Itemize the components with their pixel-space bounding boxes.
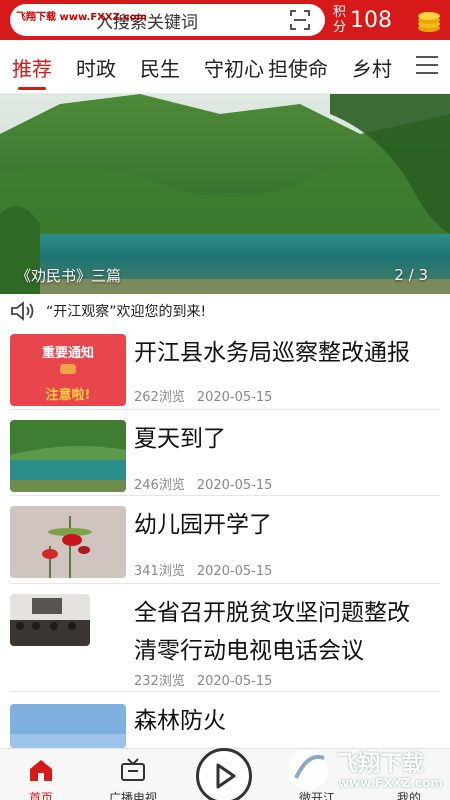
tab-politics[interactable]: 时政 bbox=[76, 53, 116, 82]
list-item[interactable]: 全省召开脱贫攻坚问题整改 清零行动电视电话会议 232浏览 2020-05-15 bbox=[10, 586, 440, 692]
coins-icon[interactable] bbox=[415, 6, 443, 34]
banner-lake-image bbox=[0, 94, 450, 294]
search-box[interactable]: 飞翔下载 www.FXXZ.com 入搜索关键词 bbox=[10, 4, 325, 36]
nav-home-label: 首页 bbox=[28, 791, 53, 800]
list-item[interactable]: 幼儿园开学了 341浏览 2020-05-15 bbox=[10, 498, 440, 584]
home-icon bbox=[30, 760, 52, 781]
article-title: 幼儿园开学了 bbox=[134, 512, 272, 538]
play-button[interactable] bbox=[196, 748, 252, 800]
notice-text: “开江观察”欢迎您的到来! bbox=[46, 304, 207, 320]
points-display[interactable]: 积分 108 bbox=[333, 0, 392, 40]
banner-carousel[interactable]: 《劝民书》三篇 2 / 3 bbox=[0, 94, 450, 294]
top-bar: 飞翔下载 www.FXXZ.com 入搜索关键词 积分 108 bbox=[0, 0, 450, 40]
article-title: 夏天到了 bbox=[134, 426, 226, 452]
tab-recommend[interactable]: 推荐 bbox=[12, 53, 52, 90]
tab-countryside[interactable]: 乡村 bbox=[352, 53, 392, 82]
publish-date: 2020-05-15 bbox=[196, 564, 273, 579]
article-thumbnail bbox=[10, 594, 90, 646]
notice-bar[interactable]: “开江观察”欢迎您的到来! bbox=[0, 294, 450, 328]
article-meta: 262浏览 2020-05-15 bbox=[134, 386, 272, 405]
watermark: 飞翔下载 www.FXXZ.com bbox=[284, 742, 450, 800]
article-thumbnail bbox=[10, 420, 126, 492]
article-meta: 246浏览 2020-05-15 bbox=[134, 474, 272, 493]
publish-date: 2020-05-15 bbox=[196, 674, 273, 689]
tab-original-aspiration[interactable]: 守初心 bbox=[204, 53, 264, 82]
nav-home[interactable]: 首页 bbox=[6, 749, 76, 800]
article-meta: 232浏览 2020-05-15 bbox=[134, 670, 272, 689]
watermark-url: www.FXXZ.com bbox=[338, 776, 443, 790]
list-item[interactable]: 森林防火 bbox=[10, 694, 440, 748]
points-value: 108 bbox=[350, 7, 392, 33]
tab-mission[interactable]: 担使命 bbox=[268, 53, 328, 82]
category-tabs: 推荐 时政 民生 守初心 担使命 乡村 bbox=[0, 40, 405, 94]
nav-broadcast-label: 广播电视 bbox=[108, 791, 157, 800]
banner-caption: 《劝民书》三篇 bbox=[16, 267, 122, 285]
view-count: 246浏览 bbox=[134, 478, 185, 493]
banner-page-indicator: 2 / 3 bbox=[394, 266, 428, 284]
view-count: 262浏览 bbox=[134, 390, 185, 405]
speaker-icon bbox=[11, 301, 34, 321]
thumb-text-notice: 重要通知 bbox=[41, 346, 94, 361]
tab-livelihood[interactable]: 民生 bbox=[140, 53, 180, 82]
article-title-line-2: 清零行动电视电话会议 bbox=[134, 638, 364, 664]
article-thumbnail: 重要通知 注意啦! bbox=[10, 334, 126, 406]
channel-menu-icon[interactable] bbox=[416, 56, 438, 76]
article-title: 森林防火 bbox=[134, 708, 226, 734]
points-label: 积分 bbox=[333, 5, 347, 35]
article-title-line-1: 全省召开脱贫攻坚问题整改 bbox=[134, 600, 410, 626]
publish-date: 2020-05-15 bbox=[196, 390, 273, 405]
play-icon bbox=[216, 763, 236, 789]
tv-icon bbox=[121, 758, 145, 781]
list-item[interactable]: 夏天到了 246浏览 2020-05-15 bbox=[10, 412, 440, 496]
article-title: 开江县水务局巡察整改通报 bbox=[134, 340, 410, 366]
view-count: 341浏览 bbox=[134, 564, 185, 579]
watermark-brand: 飞翔下载 bbox=[336, 752, 425, 777]
megaphone-icon bbox=[60, 364, 76, 374]
article-meta: 341浏览 2020-05-15 bbox=[134, 560, 272, 579]
article-thumbnail bbox=[10, 506, 126, 578]
article-title: 全省召开脱贫攻坚问题整改 清零行动电视电话会议 bbox=[134, 594, 410, 670]
nav-broadcast[interactable]: 广播电视 bbox=[98, 749, 168, 800]
article-thumbnail bbox=[10, 704, 126, 748]
list-item[interactable]: 重要通知 注意啦! 开江县水务局巡察整改通报 262浏览 2020-05-15 bbox=[10, 330, 440, 410]
scan-icon[interactable] bbox=[289, 9, 311, 31]
publish-date: 2020-05-15 bbox=[196, 478, 273, 493]
view-count: 232浏览 bbox=[134, 674, 185, 689]
thumb-text-attention: 注意啦! bbox=[45, 388, 91, 403]
